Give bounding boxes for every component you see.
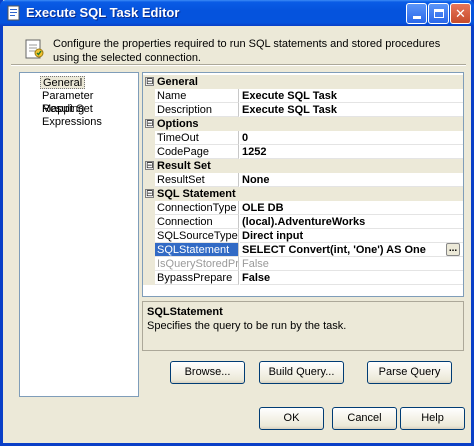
nav-item-parameter-mapping[interactable]: Parameter Mapping: [40, 90, 138, 115]
title-bar[interactable]: Execute SQL Task Editor ✕: [0, 0, 474, 26]
property-value[interactable]: Execute SQL Task: [240, 89, 463, 103]
collapse-icon[interactable]: ⊟: [145, 77, 154, 86]
property-value[interactable]: 0: [240, 131, 463, 145]
category-label: General: [157, 76, 198, 88]
category-label: Result Set: [157, 160, 211, 172]
property-row-timeout[interactable]: TimeOut 0: [143, 131, 463, 145]
window-title: Execute SQL Task Editor: [26, 5, 180, 20]
minimize-button[interactable]: [406, 3, 427, 24]
property-name: SQLStatement: [155, 243, 239, 257]
property-value[interactable]: False: [240, 271, 463, 285]
task-config-icon: [25, 39, 44, 59]
description-text: Specifies the query to be run by the tas…: [147, 320, 347, 332]
nav-item-general[interactable]: General: [40, 76, 86, 89]
nav-item-expressions[interactable]: Expressions: [40, 116, 104, 129]
parse-query-button[interactable]: Parse Query: [367, 361, 452, 384]
property-row-isquerystoredprocedure: IsQueryStoredProce False: [143, 257, 463, 271]
property-value[interactable]: (local).AdventureWorks: [240, 215, 463, 229]
property-row-resultset[interactable]: ResultSet None: [143, 173, 463, 187]
property-row-name[interactable]: Name Execute SQL Task: [143, 89, 463, 103]
property-value: False: [240, 257, 463, 271]
collapse-icon[interactable]: ⊟: [145, 119, 154, 128]
close-button[interactable]: ✕: [450, 3, 471, 24]
property-name: ResultSet: [155, 173, 239, 187]
cancel-button[interactable]: Cancel: [332, 407, 397, 430]
property-value[interactable]: Execute SQL Task: [240, 103, 463, 117]
property-name: IsQueryStoredProce: [155, 257, 239, 271]
property-row-sqlsourcetype[interactable]: SQLSourceType Direct input: [143, 229, 463, 243]
property-name: Name: [155, 89, 239, 103]
collapse-icon[interactable]: ⊟: [145, 161, 154, 170]
help-button[interactable]: Help: [400, 407, 465, 430]
category-general[interactable]: ⊟ General: [143, 75, 463, 89]
property-name: BypassPrepare: [155, 271, 239, 285]
property-name: Description: [155, 103, 239, 117]
property-row-bypassprepare[interactable]: BypassPrepare False: [143, 271, 463, 285]
property-row-connectiontype[interactable]: ConnectionType OLE DB: [143, 201, 463, 215]
category-result-set[interactable]: ⊟ Result Set: [143, 159, 463, 173]
category-sql-statement[interactable]: ⊟ SQL Statement: [143, 187, 463, 201]
collapse-icon[interactable]: ⊟: [145, 189, 154, 198]
build-query-button[interactable]: Build Query...: [259, 361, 344, 384]
maximize-icon: [433, 9, 444, 18]
property-value[interactable]: OLE DB: [240, 201, 463, 215]
property-value[interactable]: Direct input: [240, 229, 463, 243]
nav-item-result-set[interactable]: Result Set: [40, 103, 95, 116]
ellipsis-button[interactable]: ...: [446, 243, 460, 256]
sql-task-icon: [7, 5, 20, 21]
property-row-connection[interactable]: Connection (local).AdventureWorks: [143, 215, 463, 229]
property-name: ConnectionType: [155, 201, 239, 215]
property-name: TimeOut: [155, 131, 239, 145]
maximize-button[interactable]: [428, 3, 449, 24]
minimize-icon: [412, 16, 421, 19]
property-row-codepage[interactable]: CodePage 1252: [143, 145, 463, 159]
property-grid: ⊟ General Name Execute SQL Task Descript…: [142, 72, 464, 297]
property-value[interactable]: SELECT Convert(int, 'One') AS One: [240, 243, 463, 257]
property-name: SQLSourceType: [155, 229, 239, 243]
description-title: SQLStatement: [147, 306, 223, 318]
dialog-window: Execute SQL Task Editor ✕ Configure the …: [0, 0, 474, 446]
header-separator: [11, 64, 466, 66]
category-options[interactable]: ⊟ Options: [143, 117, 463, 131]
property-row-sqlstatement[interactable]: SQLStatement SELECT Convert(int, 'One') …: [143, 243, 463, 257]
property-name: Connection: [155, 215, 239, 229]
browse-button[interactable]: Browse...: [170, 361, 245, 384]
close-icon: ✕: [455, 6, 466, 21]
property-description-pane: SQLStatement Specifies the query to be r…: [142, 301, 464, 351]
property-value[interactable]: 1252: [240, 145, 463, 159]
page-list: General Parameter Mapping Result Set Exp…: [19, 72, 139, 397]
property-name: CodePage: [155, 145, 239, 159]
ok-button[interactable]: OK: [259, 407, 324, 430]
property-row-description[interactable]: Description Execute SQL Task: [143, 103, 463, 117]
header-description: Configure the properties required to run…: [53, 38, 441, 64]
category-label: Options: [157, 118, 199, 130]
category-label: SQL Statement: [157, 188, 236, 200]
property-value[interactable]: None: [240, 173, 463, 187]
